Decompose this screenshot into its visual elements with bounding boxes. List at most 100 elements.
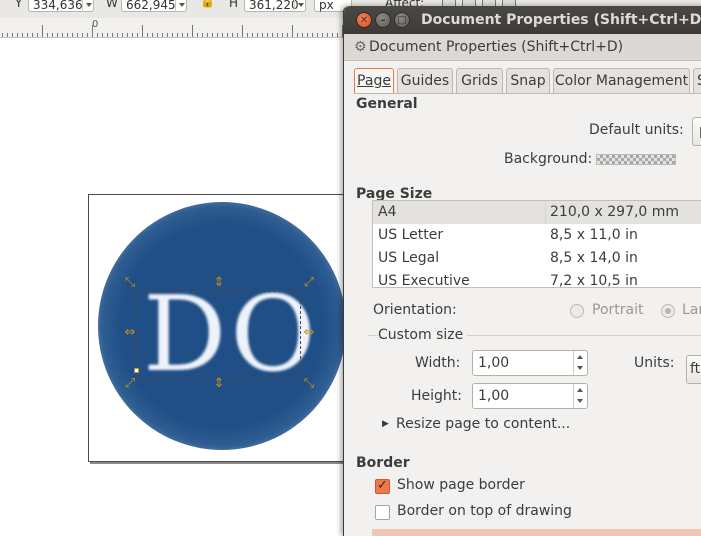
resize-handle-bottom-right-icon[interactable]: ⤡ (302, 377, 316, 391)
increment-icon[interactable] (577, 388, 583, 392)
landscape-radio[interactable] (661, 304, 675, 318)
paper-size-list[interactable]: A4 210,0 x 297,0 mm US Letter 8,5 x 11,0… (372, 200, 701, 288)
w-spin-button[interactable] (175, 0, 187, 12)
resize-handle-top-right-icon[interactable]: ⤢ (302, 276, 316, 290)
ruler-tick (327, 33, 328, 37)
ruler-tick (142, 25, 143, 37)
ruler-tick (12, 33, 13, 37)
ruler-tick (317, 33, 318, 37)
ruler-tick (37, 33, 38, 37)
lock-icon[interactable]: 🔒 (200, 0, 215, 8)
ruler-tick (232, 33, 233, 37)
resize-handle-top-left-icon[interactable]: ⤡ (123, 276, 137, 290)
list-item[interactable]: A4 210,0 x 297,0 mm (373, 201, 701, 224)
ruler-tick (52, 33, 53, 37)
custom-units-value: ft (690, 361, 701, 377)
height-spinbutton[interactable]: 1,00 (472, 383, 588, 409)
ruler-tick (117, 33, 118, 37)
ruler-tick (92, 25, 93, 37)
background-color-swatch[interactable] (596, 154, 676, 165)
close-window-icon[interactable]: ✕ (356, 12, 372, 28)
height-value: 1,00 (478, 388, 510, 404)
tab-guides[interactable]: Guides (397, 68, 453, 94)
resize-handle-top-icon[interactable]: ⇕ (212, 276, 226, 290)
ruler-tick (292, 25, 293, 37)
ruler-tick (32, 33, 33, 37)
ruler-tick (287, 33, 288, 37)
tab-guides-label: Guides (400, 73, 450, 89)
paper-name: US Legal (378, 250, 440, 266)
landscape-label: Lar (682, 302, 701, 318)
custom-units-select[interactable]: ft (686, 355, 701, 384)
resize-handle-bottom-left-icon[interactable]: ⤢ (123, 377, 137, 391)
default-units-select[interactable]: p (692, 117, 701, 146)
next-option-highlight (372, 529, 701, 536)
w-label: W (106, 0, 118, 10)
tab-grids[interactable]: Grids (456, 68, 503, 94)
document-properties-dialog: ✕ – □ Document Properties (Shift+Ctrl+D)… (343, 6, 701, 536)
paper-name: US Executive (378, 273, 470, 288)
width-stepper[interactable] (573, 351, 587, 375)
paper-dimensions: 210,0 x 297,0 mm (550, 204, 680, 220)
height-stepper[interactable] (573, 384, 587, 408)
center-anchor-icon[interactable] (134, 368, 139, 373)
ruler-tick (217, 33, 218, 37)
list-item[interactable]: US Legal 8,5 x 14,0 in (373, 247, 701, 270)
ruler-tick (322, 33, 323, 37)
expander-arrow-icon[interactable]: ▶ (382, 419, 389, 429)
tab-snap[interactable]: Snap (506, 68, 550, 94)
ruler-tick (127, 33, 128, 37)
ruler-tick (2, 33, 3, 37)
ruler-tick (67, 33, 68, 37)
background-label: Background: (504, 151, 593, 167)
general-heading: General (356, 96, 418, 112)
ruler-tick (207, 33, 208, 37)
decrement-icon[interactable] (577, 366, 583, 370)
h-spin-button[interactable] (294, 0, 306, 12)
ruler-tick (257, 33, 258, 37)
unit-value: px (319, 0, 334, 12)
show-border-checkbox[interactable] (375, 478, 390, 494)
maximize-window-icon[interactable]: □ (394, 12, 410, 28)
tab-color-management-label: Color Management (554, 73, 689, 89)
dock-header[interactable]: ⚙ Document Properties (Shift+Ctrl+D) (344, 34, 701, 61)
portrait-label: Portrait (592, 302, 644, 318)
resize-handle-left-icon[interactable]: ⇔ (123, 326, 137, 340)
increment-icon[interactable] (577, 355, 583, 359)
ruler-tick (132, 33, 133, 37)
tab-page-label: Page (357, 73, 391, 89)
tab-color-management[interactable]: Color Management (553, 68, 690, 94)
resize-handle-bottom-icon[interactable]: ⇕ (212, 377, 226, 391)
decrement-icon[interactable] (577, 399, 583, 403)
border-on-top-checkbox[interactable] (375, 505, 390, 520)
tab-scripting[interactable]: S (693, 68, 701, 94)
resize-to-content-expander[interactable]: Resize page to content... (396, 416, 570, 432)
ruler-tick (242, 25, 243, 37)
y-spin-button[interactable] (82, 0, 94, 12)
custom-size-heading: Custom size (378, 327, 468, 343)
ruler-tick (282, 33, 283, 37)
tab-scripting-label: S (697, 73, 701, 89)
ruler-tick (82, 33, 83, 37)
ruler-tick (157, 33, 158, 37)
ruler-tick (147, 33, 148, 37)
list-item[interactable]: US Letter 8,5 x 11,0 in (373, 224, 701, 247)
ruler-tick (237, 33, 238, 37)
ruler-tick (247, 33, 248, 37)
units-label: Units: (634, 355, 675, 371)
width-spinbutton[interactable]: 1,00 (472, 350, 588, 376)
portrait-radio[interactable] (570, 304, 584, 318)
orientation-label: Orientation: (373, 302, 457, 318)
ruler-tick (307, 33, 308, 37)
list-item[interactable]: US Executive 7,2 x 10,5 in (373, 270, 701, 288)
ruler-tick (57, 33, 58, 37)
ruler-tick (72, 33, 73, 37)
minimize-window-icon[interactable]: – (375, 12, 391, 28)
ruler-tick (42, 25, 43, 37)
resize-handle-right-icon[interactable]: ⇔ (302, 326, 316, 340)
show-border-label: Show page border (397, 477, 525, 493)
tab-page[interactable]: Page (354, 68, 394, 94)
title-bar[interactable]: ✕ – □ Document Properties (Shift+Ctrl+D) (344, 6, 701, 34)
paper-dimensions: 8,5 x 14,0 in (550, 250, 638, 266)
ruler-tick (222, 33, 223, 37)
